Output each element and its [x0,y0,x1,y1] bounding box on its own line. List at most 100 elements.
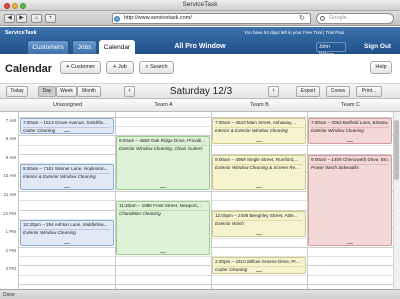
resize-handle[interactable] [160,187,166,189]
back-button[interactable]: ◀ [4,14,15,23]
view-week-button[interactable]: Week [56,86,77,97]
browser-search-input[interactable]: Google [316,13,394,24]
appointment-title: 9:30am – 7181 Warner Lane, Hopkinton... [23,166,111,175]
tab-jobs[interactable]: Jobs [72,40,97,54]
grid-line [18,265,400,267]
appointment-block[interactable]: 9:00am – 1409 Chenoweth Drive, Bro... Pow… [308,154,392,246]
appointment-description: Exterior Wash [215,220,244,226]
home-button[interactable]: ⌂ [31,14,42,23]
time-label: 9 AM [5,154,16,160]
day-schedule-grid[interactable]: 7 AM 8 AM 9 AM 10 AM 11 AM 12 PM 1 PM 2 PM 3 PM 7… [0,112,400,289]
time-label: 10 AM [3,173,16,179]
time-label: 8 AM [5,136,16,142]
resize-handle[interactable] [64,242,70,244]
appointment-description: Exterior Window Cleaning, Clean Gutters [119,146,203,152]
window-title: ServiceTask [182,1,218,8]
calendar-toolbar: Today Day Week Month ‹ Saturday 12/3 › E… [0,84,400,99]
site-globe-icon [114,16,120,22]
resize-handle[interactable] [160,252,166,254]
time-label: 2 PM [5,247,16,253]
appointment-title: 7:00am – 1513 Grove Avenue, Smithfie... [23,120,111,128]
time-label: 11 AM [3,192,16,198]
crews-button[interactable]: Crews [326,86,350,97]
brand-logo[interactable]: ServiceTask [5,30,37,36]
next-day-button[interactable]: › [268,86,279,97]
app-navbar: ServiceTask You have 54 days left in you… [0,27,400,62]
user-menu[interactable]: John Wilson [316,42,346,58]
column-team-c: Team C [341,102,360,108]
search-icon: ⌕ [145,64,149,70]
appointment-description: Exterior Window Cleaning & Screen Re... [215,164,299,170]
browser-toolbar: ◀ ▶ ⌂ + http://www.servicetask.com/ ↻ Go… [0,11,400,26]
grid-line [18,274,400,276]
appointment-title: 8:00am – 4858 Oak Ridge Drive, Providi..… [119,138,207,147]
plus-icon: + [113,64,117,70]
appointment-block[interactable]: 12:00pm – 2408 Beeghley Street, Attle...… [212,210,306,237]
time-label: 7 AM [5,117,16,123]
grid-line [18,284,400,286]
resize-handle[interactable] [256,140,262,142]
grid-line [18,256,400,258]
print-button[interactable]: Print... [356,86,382,97]
forward-button[interactable]: ▶ [16,14,27,23]
column-unassigned: Unassigned [52,102,83,108]
resize-handle[interactable] [347,242,353,244]
help-button[interactable]: Help [370,61,392,74]
tab-customers[interactable]: Customers [27,40,69,54]
add-customer-label: Customer [70,64,95,70]
appointment-block[interactable]: 9:00am – 4959 Single Street, Rumford,...… [212,154,306,191]
calendar-header: Calendar + Customer + Job ⌕ Search Help [0,54,400,84]
browser-statusbar: Done [0,289,400,299]
add-job-label: Job [117,64,127,70]
page-title: Calendar [5,63,53,75]
status-text: Done [3,292,15,298]
time-label: 1 PM [5,229,16,235]
search-label: Search [150,64,168,70]
appointment-description: Chandelier Cleaning [119,211,161,217]
resize-handle[interactable] [256,233,262,235]
appointment-description: Interior & Exterior Window Cleaning [23,174,96,180]
scrollbar-thumb[interactable] [394,120,399,180]
appointment-block[interactable]: 7:00am – 4843 Main Street, Ashaway,... In… [212,117,306,144]
trial-notice[interactable]: You have 54 days left in your Free Trial… [244,30,396,35]
appointment-block[interactable]: 11:30am – 1980 Frost Street, Newport,...… [116,201,210,256]
appointment-title: 7:00am – 2053 Barfield Lane, Bristow... [311,120,389,128]
time-label: 12 PM [2,210,16,216]
new-tab-button[interactable]: + [45,14,56,23]
today-button[interactable]: Today [6,86,28,97]
resize-handle[interactable] [347,140,353,142]
resize-handle[interactable] [256,270,262,272]
add-customer-button[interactable]: + Customer [60,61,101,74]
export-button[interactable]: Export [296,86,320,97]
url-field[interactable]: http://www.servicetask.com/ [112,13,311,24]
appointment-title: 9:00am – 1409 Chenoweth Drive, Bro... [311,157,389,165]
appointment-title: 12:30pm – 294 Ashton Lane, Middlefow... [23,222,111,230]
search-button[interactable]: ⌕ Search [139,61,174,74]
reload-icon[interactable]: ↻ [299,15,305,22]
appointment-block[interactable]: 12:30pm – 294 Ashton Lane, Middlefow... E… [20,219,114,246]
column-header-row: Unassigned Team A Team B Team C [0,99,400,112]
appointment-title: 7:00am – 4843 Main Street, Ashaway,... [215,120,303,128]
appointment-block[interactable]: 7:00am – 2053 Barfield Lane, Bristow... E… [308,117,392,144]
current-date: Saturday 12/3 [169,86,233,97]
window-titlebar: ServiceTask [0,0,400,11]
appointment-block[interactable]: 7:00am – 1513 Grove Avenue, Smithfie... G… [20,117,114,135]
resize-handle[interactable] [64,131,70,133]
add-job-button[interactable]: + Job [106,61,134,74]
resize-handle[interactable] [64,187,70,189]
view-day-button[interactable]: Day [38,86,56,97]
plus-icon: + [66,64,70,70]
appointment-title: 11:30am – 1980 Frost Street, Newport,... [119,203,207,212]
prev-day-button[interactable]: ‹ [124,86,135,97]
appointment-description: Exterior Window Cleaning [23,229,76,235]
browser-window: ServiceTask ◀ ▶ ⌂ + http://www.serviceta… [0,0,400,299]
column-team-a: Team A [154,102,173,108]
appointment-block[interactable]: 9:30am – 7181 Warner Lane, Hopkinton... I… [20,164,114,191]
appointment-block[interactable]: 8:00am – 4858 Oak Ridge Drive, Providi..… [116,136,210,191]
appointment-description: Interior & Exterior Window Cleaning [215,127,288,133]
sign-out-link[interactable]: Sign Out [364,42,391,52]
tab-calendar[interactable]: Calendar [99,40,135,54]
view-month-button[interactable]: Month [77,86,101,97]
resize-handle[interactable] [256,187,262,189]
appointment-block[interactable]: 2:30pm – 4310 Willow Greene Drive, Pr...… [212,257,306,274]
